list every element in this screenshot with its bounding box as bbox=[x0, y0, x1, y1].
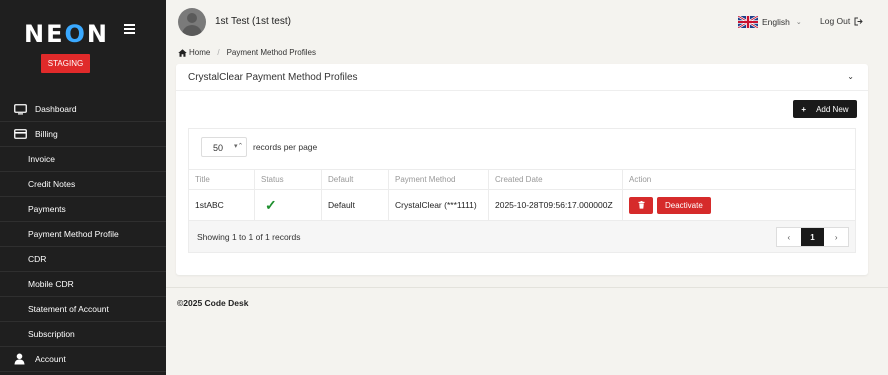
records-per-page-label: records per page bbox=[253, 142, 318, 152]
cell-status: ✓ bbox=[255, 190, 322, 220]
column-header-status[interactable]: Status bbox=[255, 170, 322, 189]
sidebar: NEON STAGING Dashboard Billing Invoice C… bbox=[0, 0, 166, 375]
table-footer: Showing 1 to 1 of 1 records ‹ 1 › bbox=[189, 221, 855, 252]
sidebar-item-billing[interactable]: Billing bbox=[0, 122, 166, 147]
divider bbox=[176, 90, 868, 91]
table-row: 1stABC ✓ Default CrystalClear (***1111) … bbox=[189, 190, 855, 221]
sidebar-item-label: Billing bbox=[35, 129, 58, 139]
records-per-page-value: 50 bbox=[213, 143, 224, 153]
cell-title: 1stABC bbox=[189, 190, 255, 220]
breadcrumb-current: Payment Method Profiles bbox=[226, 48, 316, 57]
sidebar-item-payment-method-profile[interactable]: Payment Method Profile bbox=[0, 222, 166, 247]
card-title: CrystalClear Payment Method Profiles bbox=[188, 72, 358, 83]
select-arrows-icon: ▾⌃ bbox=[234, 143, 244, 150]
sidebar-item-label: Payments bbox=[28, 204, 66, 214]
sidebar-item-subscription[interactable]: Subscription bbox=[0, 322, 166, 347]
breadcrumb-home-label: Home bbox=[189, 48, 211, 57]
avatar[interactable] bbox=[178, 8, 206, 36]
cell-created-date: 2025-10-28T09:56:17.000000Z bbox=[489, 190, 623, 220]
staging-badge: STAGING bbox=[41, 54, 90, 73]
home-icon bbox=[178, 48, 187, 57]
sidebar-item-statement-of-account[interactable]: Statement of Account bbox=[0, 297, 166, 322]
column-header-created-date[interactable]: Created Date bbox=[489, 170, 623, 189]
sidebar-item-payments[interactable]: Payments bbox=[0, 197, 166, 222]
sidebar-item-label: Payment Method Profile bbox=[28, 229, 119, 239]
data-table: 50 ▾⌃ records per page Title Status Defa… bbox=[188, 128, 856, 253]
breadcrumb: Home / Payment Method Profiles bbox=[178, 48, 316, 57]
copyright-text: ©2025 Code Desk bbox=[177, 298, 249, 308]
payment-method-profiles-card: CrystalClear Payment Method Profiles ⌄ +… bbox=[176, 64, 868, 275]
logout-label: Log Out bbox=[820, 16, 851, 26]
sidebar-item-credit-notes[interactable]: Credit Notes bbox=[0, 172, 166, 197]
language-label: English bbox=[762, 17, 790, 27]
trash-icon bbox=[638, 201, 644, 209]
sidebar-item-label: Credit Notes bbox=[28, 179, 76, 189]
sidebar-item-label: Account bbox=[35, 354, 66, 364]
logout-button[interactable]: Log Out bbox=[820, 16, 863, 26]
sidebar-item-label: Dashboard bbox=[35, 104, 77, 114]
breadcrumb-home[interactable]: Home bbox=[178, 48, 210, 57]
records-per-page-select[interactable]: 50 ▾⌃ bbox=[201, 137, 247, 157]
sidebar-item-mobile-cdr[interactable]: Mobile CDR bbox=[0, 272, 166, 297]
breadcrumb-separator: / bbox=[217, 48, 220, 57]
pagination-next[interactable]: › bbox=[824, 228, 848, 246]
sidebar-item-label: CDR bbox=[28, 254, 47, 264]
column-header-title[interactable]: Title bbox=[189, 170, 255, 189]
chevron-down-icon: ⌄ bbox=[795, 19, 802, 26]
add-new-label: Add New bbox=[816, 104, 849, 114]
sidebar-item-label: Subscription bbox=[28, 329, 75, 339]
sidebar-item-label: Invoice bbox=[28, 154, 55, 164]
plus-icon: + bbox=[801, 104, 807, 114]
pagination: ‹ 1 › bbox=[776, 227, 849, 247]
cell-payment-method: CrystalClear (***1111) bbox=[389, 190, 489, 220]
pagination-page-1[interactable]: 1 bbox=[800, 228, 825, 246]
records-per-page: 50 ▾⌃ records per page bbox=[201, 137, 317, 157]
checkmark-icon: ✓ bbox=[265, 196, 277, 213]
cell-default: Default bbox=[322, 190, 389, 220]
sidebar-item-account[interactable]: Account bbox=[0, 347, 166, 372]
delete-button[interactable] bbox=[629, 196, 653, 214]
pagination-prev[interactable]: ‹ bbox=[777, 228, 801, 246]
add-new-button[interactable]: + Add New bbox=[793, 100, 857, 118]
footer-divider bbox=[166, 287, 888, 288]
collapse-chevron-icon[interactable]: ⌄ bbox=[847, 72, 854, 81]
sidebar-item-label: Mobile CDR bbox=[28, 279, 74, 289]
sidebar-nav: Dashboard Billing Invoice Credit Notes P… bbox=[0, 97, 166, 372]
language-selector[interactable]: English ⌄ bbox=[738, 16, 802, 28]
table-header: Title Status Default Payment Method Crea… bbox=[189, 169, 855, 190]
logout-icon bbox=[854, 17, 863, 25]
user-icon bbox=[14, 353, 28, 365]
sidebar-item-cdr[interactable]: CDR bbox=[0, 247, 166, 272]
sidebar-item-invoice[interactable]: Invoice bbox=[0, 147, 166, 172]
column-header-action: Action bbox=[629, 175, 652, 184]
cell-action: Deactivate bbox=[623, 190, 855, 220]
showing-records-text: Showing 1 to 1 of 1 records bbox=[197, 232, 301, 242]
deactivate-button[interactable]: Deactivate bbox=[657, 196, 711, 214]
hamburger-menu-icon[interactable] bbox=[124, 24, 135, 34]
credit-card-icon bbox=[14, 128, 28, 140]
sidebar-item-label: Statement of Account bbox=[28, 304, 109, 314]
column-header-default[interactable]: Default bbox=[322, 170, 389, 189]
monitor-icon bbox=[14, 103, 28, 115]
sidebar-item-dashboard[interactable]: Dashboard bbox=[0, 97, 166, 122]
column-header-payment-method[interactable]: Payment Method bbox=[389, 170, 489, 189]
user-name: 1st Test (1st test) bbox=[215, 16, 291, 27]
neon-logo[interactable]: NEON bbox=[24, 20, 109, 48]
uk-flag-icon bbox=[738, 16, 758, 28]
